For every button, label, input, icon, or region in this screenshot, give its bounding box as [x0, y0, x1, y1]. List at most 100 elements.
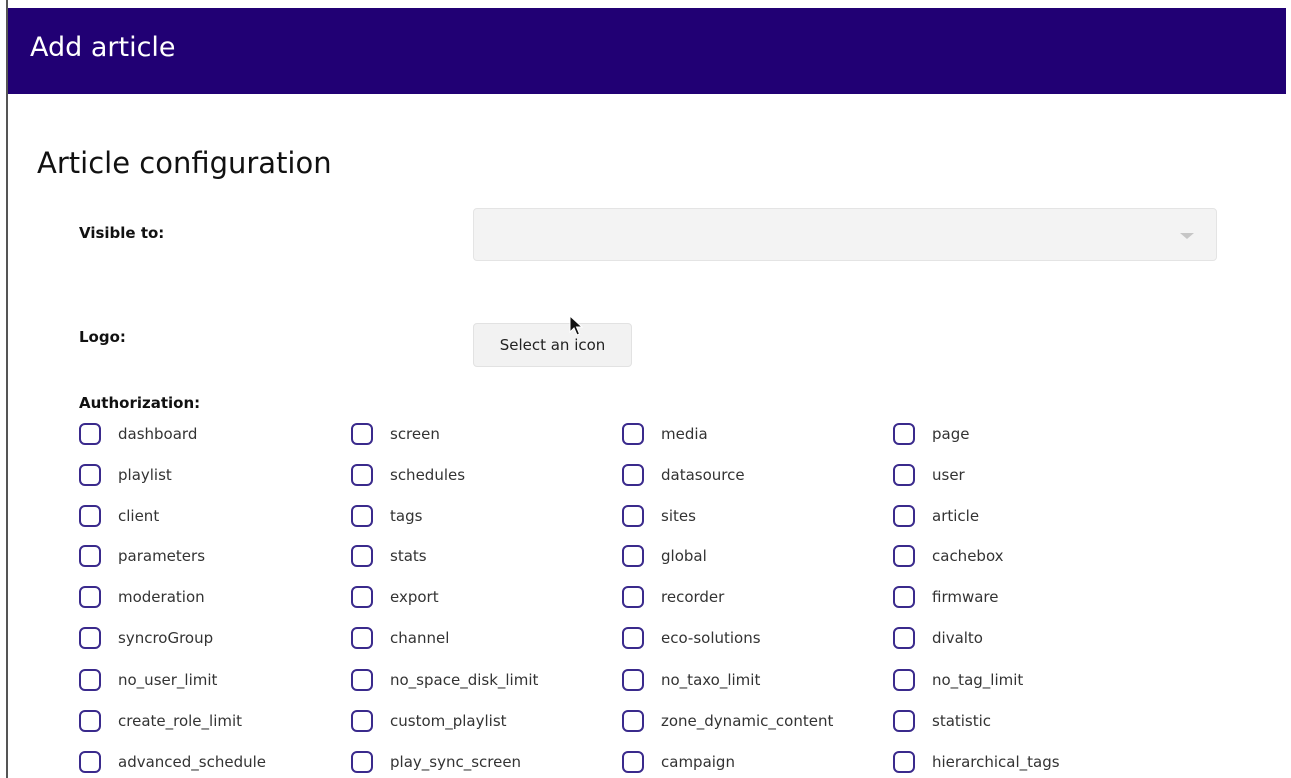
- checkbox-box[interactable]: [79, 586, 101, 608]
- checkbox-label: no_tag_limit: [932, 671, 1024, 689]
- authorization-checkbox-no_tag_limit[interactable]: no_tag_limit: [893, 666, 1023, 694]
- visible-to-select[interactable]: [473, 208, 1217, 261]
- authorization-checkbox-eco-solutions[interactable]: eco-solutions: [622, 624, 761, 652]
- checkbox-box[interactable]: [893, 586, 915, 608]
- authorization-checkbox-global[interactable]: global: [622, 542, 707, 570]
- authorization-checkbox-statistic[interactable]: statistic: [893, 707, 991, 735]
- checkbox-box[interactable]: [622, 505, 644, 527]
- checkbox-box[interactable]: [622, 545, 644, 567]
- authorization-checkbox-no_space_disk_limit[interactable]: no_space_disk_limit: [351, 666, 538, 694]
- authorization-checkbox-campaign[interactable]: campaign: [622, 748, 735, 776]
- page-header: Add article: [8, 8, 1286, 94]
- authorization-checkbox-play_sync_screen[interactable]: play_sync_screen: [351, 748, 521, 776]
- checkbox-label: page: [932, 425, 970, 443]
- window-left-border: [6, 0, 8, 778]
- authorization-checkbox-syncroGroup[interactable]: syncroGroup: [79, 624, 213, 652]
- authorization-checkbox-export[interactable]: export: [351, 583, 439, 611]
- checkbox-label: schedules: [390, 466, 466, 484]
- checkbox-box[interactable]: [622, 751, 644, 773]
- checkbox-box[interactable]: [79, 505, 101, 527]
- authorization-checkbox-divalto[interactable]: divalto: [893, 624, 983, 652]
- authorization-checkbox-custom_playlist[interactable]: custom_playlist: [351, 707, 507, 735]
- checkbox-box[interactable]: [79, 710, 101, 732]
- authorization-checkbox-playlist[interactable]: playlist: [79, 461, 172, 489]
- authorization-checkbox-hierarchical_tags[interactable]: hierarchical_tags: [893, 748, 1060, 776]
- checkbox-label: export: [390, 588, 439, 606]
- checkbox-label: datasource: [661, 466, 745, 484]
- checkbox-box[interactable]: [351, 464, 373, 486]
- authorization-checkbox-channel[interactable]: channel: [351, 624, 449, 652]
- checkbox-label: playlist: [118, 466, 172, 484]
- checkbox-box[interactable]: [79, 627, 101, 649]
- authorization-checkbox-article[interactable]: article: [893, 502, 979, 530]
- select-icon-button[interactable]: Select an icon: [473, 323, 632, 367]
- checkbox-label: stats: [390, 547, 427, 565]
- authorization-checkbox-media[interactable]: media: [622, 420, 708, 448]
- checkbox-box[interactable]: [351, 545, 373, 567]
- authorization-checkbox-moderation[interactable]: moderation: [79, 583, 205, 611]
- authorization-checkbox-user[interactable]: user: [893, 461, 965, 489]
- checkbox-box[interactable]: [79, 423, 101, 445]
- authorization-checkbox-no_user_limit[interactable]: no_user_limit: [79, 666, 217, 694]
- authorization-checkbox-cachebox[interactable]: cachebox: [893, 542, 1004, 570]
- checkbox-label: screen: [390, 425, 440, 443]
- checkbox-label: firmware: [932, 588, 999, 606]
- authorization-checkbox-dashboard[interactable]: dashboard: [79, 420, 197, 448]
- checkbox-box[interactable]: [351, 710, 373, 732]
- authorization-checkbox-no_taxo_limit[interactable]: no_taxo_limit: [622, 666, 760, 694]
- checkbox-box[interactable]: [79, 464, 101, 486]
- checkbox-label: recorder: [661, 588, 725, 606]
- authorization-checkbox-page[interactable]: page: [893, 420, 969, 448]
- section-title: Article configuration: [37, 146, 332, 180]
- authorization-checkbox-create_role_limit[interactable]: create_role_limit: [79, 707, 242, 735]
- authorization-checkbox-datasource[interactable]: datasource: [622, 461, 745, 489]
- checkbox-box[interactable]: [893, 627, 915, 649]
- checkbox-box[interactable]: [351, 669, 373, 691]
- authorization-checkbox-tags[interactable]: tags: [351, 502, 422, 530]
- checkbox-box[interactable]: [622, 464, 644, 486]
- visible-to-label: Visible to:: [79, 224, 165, 242]
- authorization-checkbox-schedules[interactable]: schedules: [351, 461, 465, 489]
- checkbox-box[interactable]: [893, 505, 915, 527]
- checkbox-box[interactable]: [893, 464, 915, 486]
- page-title: Add article: [30, 32, 176, 63]
- checkbox-box[interactable]: [79, 669, 101, 691]
- checkbox-label: tags: [390, 507, 423, 525]
- checkbox-label: no_space_disk_limit: [390, 671, 539, 689]
- checkbox-box[interactable]: [79, 751, 101, 773]
- checkbox-box[interactable]: [893, 751, 915, 773]
- checkbox-box[interactable]: [622, 669, 644, 691]
- checkbox-box[interactable]: [351, 586, 373, 608]
- checkbox-label: play_sync_screen: [390, 753, 522, 771]
- authorization-checkbox-parameters[interactable]: parameters: [79, 542, 205, 570]
- authorization-checkbox-screen[interactable]: screen: [351, 420, 440, 448]
- add-article-window: Add article Article configuration Visibl…: [0, 0, 1291, 778]
- checkbox-box[interactable]: [893, 545, 915, 567]
- checkbox-label: sites: [661, 507, 696, 525]
- checkbox-box[interactable]: [893, 423, 915, 445]
- authorization-checkbox-recorder[interactable]: recorder: [622, 583, 724, 611]
- checkbox-box[interactable]: [622, 627, 644, 649]
- checkbox-box[interactable]: [893, 669, 915, 691]
- checkbox-label: divalto: [932, 629, 983, 647]
- checkbox-box[interactable]: [79, 545, 101, 567]
- checkbox-label: statistic: [932, 712, 992, 730]
- checkbox-box[interactable]: [351, 751, 373, 773]
- authorization-checkbox-sites[interactable]: sites: [622, 502, 696, 530]
- window-right-edge: [1286, 0, 1291, 778]
- checkbox-box[interactable]: [893, 710, 915, 732]
- checkbox-box[interactable]: [351, 423, 373, 445]
- checkbox-box[interactable]: [351, 505, 373, 527]
- authorization-checkbox-stats[interactable]: stats: [351, 542, 427, 570]
- authorization-checkbox-zone_dynamic_content[interactable]: zone_dynamic_content: [622, 707, 833, 735]
- authorization-checkbox-firmware[interactable]: firmware: [893, 583, 999, 611]
- authorization-checkbox-advanced_schedule[interactable]: advanced_schedule: [79, 748, 266, 776]
- checkbox-label: custom_playlist: [390, 712, 507, 730]
- checkbox-box[interactable]: [622, 710, 644, 732]
- checkbox-box[interactable]: [351, 627, 373, 649]
- checkbox-box[interactable]: [622, 586, 644, 608]
- checkbox-label: user: [932, 466, 965, 484]
- checkbox-box[interactable]: [622, 423, 644, 445]
- mouse-pointer-icon: [569, 315, 583, 336]
- authorization-checkbox-client[interactable]: client: [79, 502, 159, 530]
